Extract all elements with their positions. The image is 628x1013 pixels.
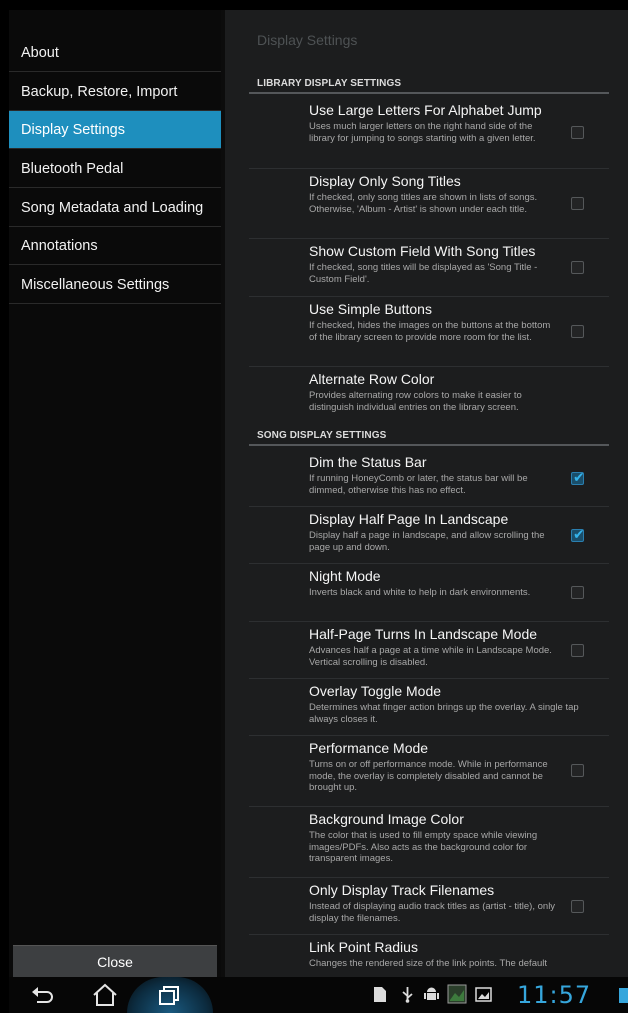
pref-custom-field[interactable]: Show Custom Field With Song Titles If ch… [249, 239, 609, 297]
checkbox[interactable] [571, 900, 584, 913]
checkmark-icon: ✔ [573, 526, 585, 542]
pref-desc: Display half a page in landscape, and al… [309, 530, 545, 553]
checkmark-icon: ✔ [573, 469, 585, 485]
pref-title: Only Display Track Filenames [309, 882, 495, 898]
sidebar-item-about[interactable]: About [9, 34, 221, 72]
checkbox[interactable] [571, 325, 584, 338]
image-icon [447, 984, 467, 1004]
home-icon[interactable] [91, 983, 119, 1007]
pref-desc: The color that is used to fill empty spa… [309, 830, 538, 864]
usb-icon [402, 987, 413, 1003]
pref-large-letters[interactable]: Use Large Letters For Alphabet Jump Uses… [249, 98, 609, 169]
pref-desc: Provides alternating row colors to make … [309, 390, 522, 413]
pref-title: Dim the Status Bar [309, 454, 427, 470]
section-header-library: LIBRARY DISPLAY SETTINGS [249, 74, 609, 94]
pref-desc: If checked, only song titles are shown i… [309, 192, 538, 215]
pref-title: Alternate Row Color [309, 371, 435, 387]
checkbox-checked[interactable]: ✔ [571, 469, 585, 485]
sidebar: About Backup, Restore, Import Display Se… [9, 10, 221, 977]
pref-track-filenames[interactable]: Only Display Track Filenames Instead of … [249, 878, 609, 935]
pref-link-point-radius[interactable]: Link Point Radius Changes the rendered s… [249, 935, 609, 977]
pref-title: Show Custom Field With Song Titles [309, 243, 536, 259]
pref-simple-buttons[interactable]: Use Simple Buttons If checked, hides the… [249, 297, 609, 367]
pref-background-image-color[interactable]: Background Image Color The color that is… [249, 807, 609, 878]
close-button[interactable]: Close [13, 945, 217, 977]
pref-title: Half-Page Turns In Landscape Mode [309, 626, 538, 642]
pref-title: Display Only Song Titles [309, 173, 461, 189]
pref-title: Link Point Radius [309, 939, 418, 955]
system-bar: 11:57 [9, 977, 628, 1013]
pref-desc: If running HoneyComb or later, the statu… [309, 473, 528, 496]
sidebar-item-backup[interactable]: Backup, Restore, Import [9, 73, 221, 111]
sidebar-item-display-settings[interactable]: Display Settings [9, 111, 221, 149]
pref-title: Use Large Letters For Alphabet Jump [309, 102, 542, 118]
pref-dim-status-bar[interactable]: Dim the Status Bar If running HoneyComb … [249, 450, 609, 507]
sidebar-item-misc-settings[interactable]: Miscellaneous Settings [9, 266, 221, 304]
pref-desc: Instead of displaying audio track titles… [309, 901, 556, 924]
android-debug-icon [424, 987, 439, 1000]
checkbox[interactable] [571, 197, 584, 210]
checkbox[interactable] [571, 764, 584, 777]
page-title: Display Settings [257, 32, 358, 48]
checkbox[interactable] [571, 261, 584, 274]
pref-half-page-landscape[interactable]: Display Half Page In Landscape Display h… [249, 507, 609, 564]
checkbox[interactable] [571, 126, 584, 139]
pref-title: Performance Mode [309, 740, 429, 756]
pref-desc: Inverts black and white to help in dark … [309, 587, 531, 598]
pref-half-page-turns[interactable]: Half-Page Turns In Landscape Mode Advanc… [249, 622, 609, 679]
pref-desc: Changes the rendered size of the link po… [309, 958, 548, 969]
sidebar-item-annotations[interactable]: Annotations [9, 227, 221, 265]
pref-desc: Advances half a page at a time while in … [309, 645, 552, 668]
pref-desc: Determines what finger action brings up … [309, 702, 579, 725]
recent-apps-icon[interactable] [157, 985, 181, 1007]
settings-panel: Display Settings LIBRARY DISPLAY SETTING… [225, 10, 628, 977]
checkbox-checked[interactable]: ✔ [571, 526, 585, 542]
battery-icon [619, 988, 628, 1003]
pref-night-mode[interactable]: Night Mode Inverts black and white to he… [249, 564, 609, 622]
clock: 11:57 [517, 981, 592, 1009]
pref-title: Background Image Color [309, 811, 464, 827]
pref-title: Display Half Page In Landscape [309, 511, 509, 527]
back-icon[interactable] [31, 986, 55, 1006]
pref-song-titles-only[interactable]: Display Only Song Titles If checked, onl… [249, 169, 609, 239]
pref-title: Use Simple Buttons [309, 301, 432, 317]
pref-desc: If checked, hides the images on the butt… [309, 320, 551, 343]
picture-icon [475, 987, 492, 1002]
pref-desc: Uses much larger letters on the right ha… [309, 121, 536, 144]
pref-performance-mode[interactable]: Performance Mode Turns on or off perform… [249, 736, 609, 807]
section-header-song: SONG DISPLAY SETTINGS [249, 426, 609, 446]
pref-desc: If checked, song titles will be displaye… [309, 262, 538, 285]
sidebar-item-bluetooth-pedal[interactable]: Bluetooth Pedal [9, 150, 221, 188]
sd-card-icon [374, 987, 386, 1002]
checkbox[interactable] [571, 644, 584, 657]
pref-desc: Turns on or off performance mode. While … [309, 759, 548, 793]
pref-overlay-toggle-mode[interactable]: Overlay Toggle Mode Determines what fing… [249, 679, 609, 736]
pref-title: Overlay Toggle Mode [309, 683, 442, 699]
pref-alternate-row-color[interactable]: Alternate Row Color Provides alternating… [249, 367, 609, 423]
checkbox[interactable] [571, 586, 584, 599]
screen: About Backup, Restore, Import Display Se… [9, 10, 628, 1013]
pref-title: Night Mode [309, 568, 381, 584]
sidebar-item-song-metadata[interactable]: Song Metadata and Loading [9, 189, 221, 227]
